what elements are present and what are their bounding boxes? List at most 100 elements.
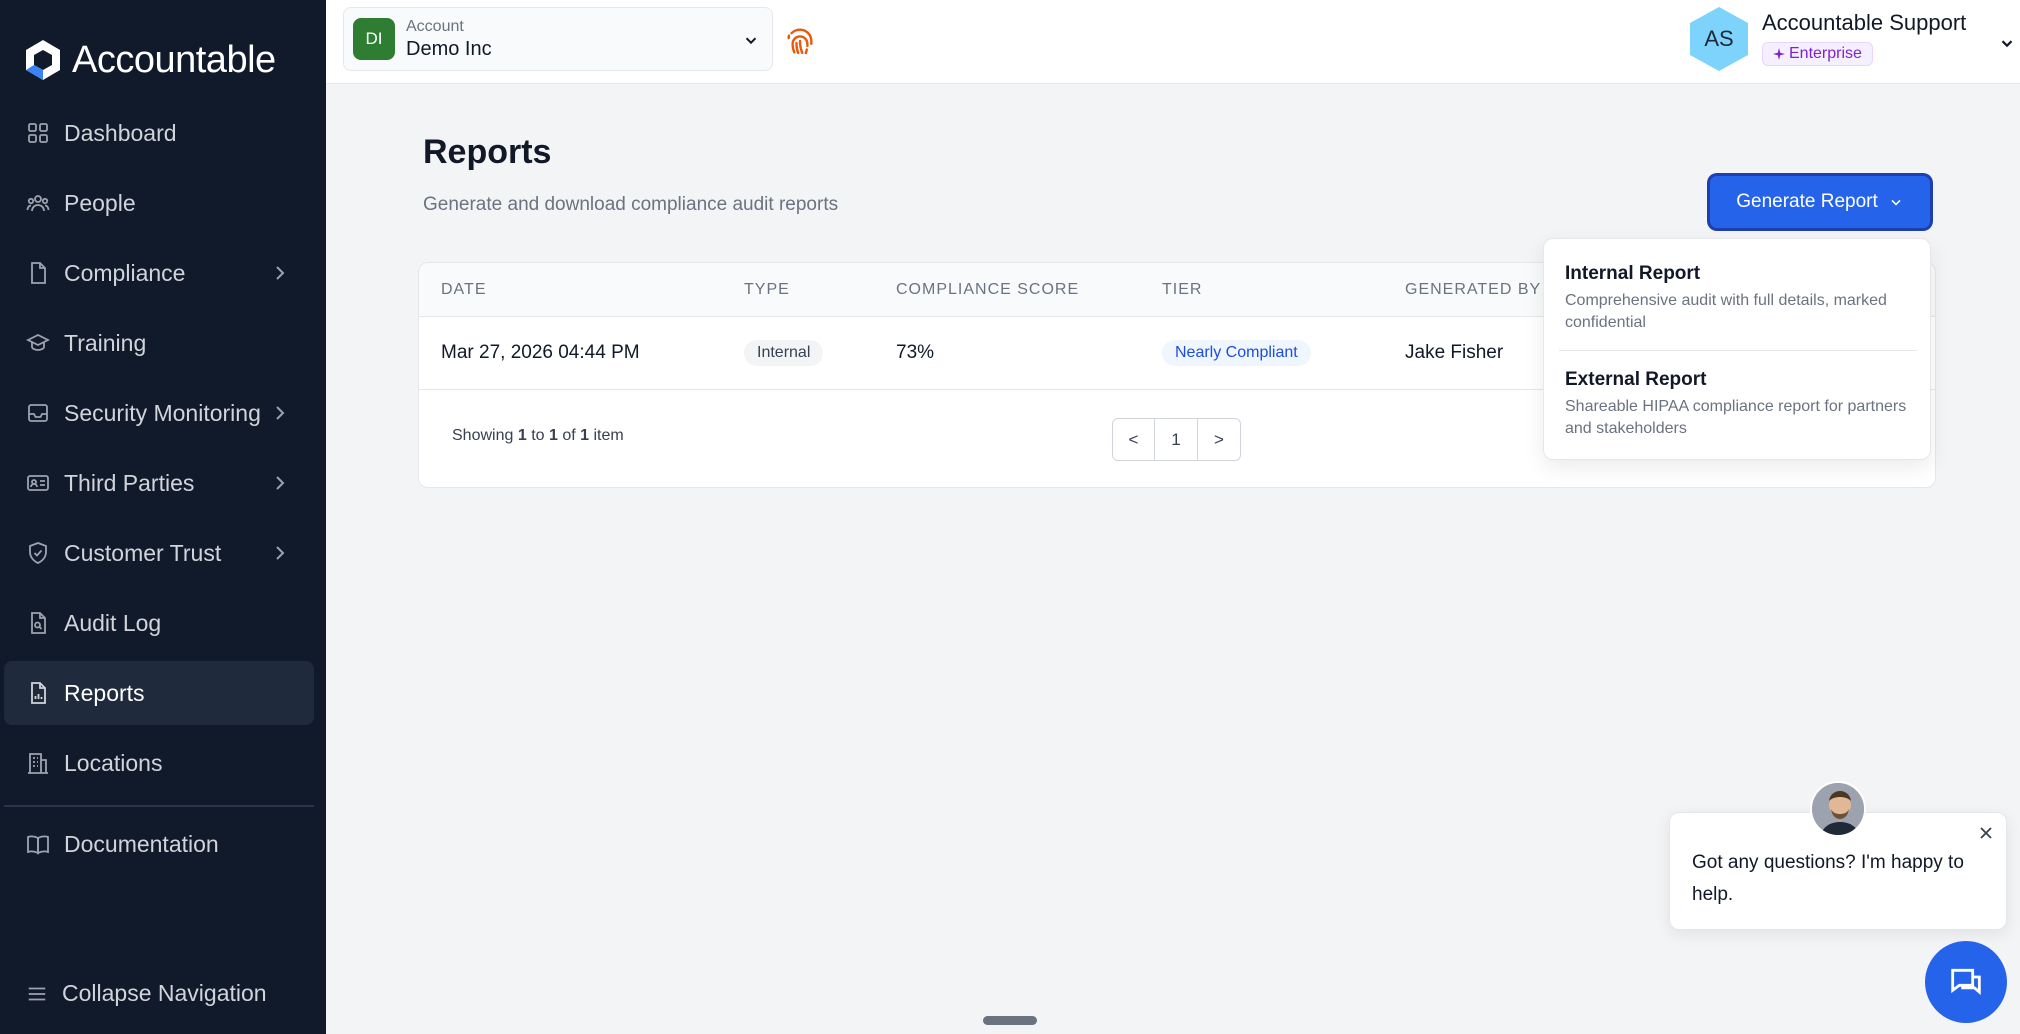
generate-report-button[interactable]: Generate Report [1710, 176, 1930, 228]
close-icon[interactable] [1976, 823, 1996, 843]
sidebar-item-training[interactable]: Training [4, 311, 314, 375]
sidebar-item-label: Audit Log [64, 609, 162, 636]
tier-badge: Nearly Compliant [1162, 340, 1311, 366]
plan-label: Enterprise [1789, 45, 1862, 62]
file-search-icon [31, 612, 46, 634]
chevron-down-icon [1891, 199, 1901, 206]
column-header-compliance-score[interactable]: COMPLIANCE SCORE [896, 281, 1079, 299]
sidebar-item-label: Reports [64, 679, 145, 706]
id-card-icon [27, 475, 49, 491]
menu-item-description: Comprehensive audit with full details, m… [1565, 292, 1887, 331]
chat-icon [1951, 968, 1981, 996]
showing-total: 1 [580, 427, 590, 444]
chevron-right-icon [276, 476, 285, 490]
menu-item-internal-report[interactable]: Internal Report Comprehensive audit with… [1565, 263, 1915, 334]
sidebar: Accountable Dashboard People Compliance … [0, 0, 326, 1034]
showing-of-word: of [562, 427, 576, 444]
showing-prefix: Showing [452, 427, 514, 444]
prev-page-button[interactable]: < [1112, 418, 1155, 461]
sidebar-item-label: Dashboard [64, 119, 177, 146]
scroll-handle[interactable] [983, 1016, 1037, 1025]
showing-to-word: to [531, 427, 545, 444]
book-open-icon [27, 835, 49, 855]
generate-report-menu: Internal Report Comprehensive audit with… [1543, 238, 1931, 460]
sidebar-item-label: Documentation [64, 830, 219, 857]
page-number-button[interactable]: 1 [1155, 418, 1198, 461]
sidebar-secondary: Documentation [4, 812, 314, 882]
sidebar-item-label: Locations [64, 749, 163, 776]
chevron-down-icon [745, 37, 757, 45]
sidebar-item-label: Third Parties [64, 469, 195, 496]
sidebar-item-security-monitoring[interactable]: Security Monitoring [4, 381, 314, 445]
sidebar-item-third-parties[interactable]: Third Parties [4, 451, 314, 515]
collapse-navigation-button[interactable]: Collapse Navigation [26, 980, 267, 1007]
brand-logo[interactable]: Accountable [24, 38, 276, 82]
brand-name: Accountable [72, 38, 276, 81]
sidebar-item-locations[interactable]: Locations [4, 731, 314, 795]
cell-generated-by: Jake Fisher [1405, 342, 1504, 363]
sidebar-item-label: Customer Trust [64, 539, 222, 566]
showing-to: 1 [548, 427, 558, 444]
column-header-type[interactable]: TYPE [744, 281, 790, 299]
accountable-logo-icon [26, 40, 60, 80]
support-agent-avatar [1810, 781, 1866, 837]
account-name: Demo Inc [406, 37, 492, 60]
sidebar-item-label: Compliance [64, 259, 186, 286]
sidebar-nav: Dashboard People Compliance Training Sec… [4, 101, 314, 801]
file-chart-icon [31, 682, 46, 704]
fingerprint-icon[interactable] [783, 24, 817, 58]
sidebar-item-label: Training [64, 329, 147, 356]
cell-date: Mar 27, 2026 04:44 PM [441, 342, 640, 363]
account-text: Account Demo Inc [406, 18, 492, 61]
menu-item-title: Internal Report [1565, 263, 1701, 284]
account-label: Account [406, 17, 464, 35]
chevron-down-icon [2001, 40, 2013, 48]
menu-item-title: External Report [1565, 369, 1707, 390]
graduation-cap-icon [26, 333, 50, 351]
user-avatar: AS [1686, 6, 1752, 72]
user-name: Accountable Support [1762, 10, 1967, 35]
sidebar-item-dashboard[interactable]: Dashboard [4, 101, 314, 165]
sidebar-divider [4, 805, 314, 807]
chat-message: Got any questions? I'm happy to help. [1692, 852, 1964, 905]
column-header-date[interactable]: DATE [441, 281, 486, 299]
menu-item-external-report[interactable]: External Report Shareable HIPAA complian… [1565, 369, 1915, 440]
sidebar-item-compliance[interactable]: Compliance [4, 241, 314, 305]
building-icon [28, 753, 48, 774]
plan-badge: Enterprise [1762, 42, 1873, 66]
sidebar-item-label: Security Monitoring [64, 399, 261, 426]
user-menu[interactable]: AS Accountable Support Enterprise [1686, 6, 2016, 72]
column-header-generated-by[interactable]: GENERATED BY [1405, 281, 1541, 299]
menu-divider [1559, 350, 1917, 351]
sparkle-icon [1773, 48, 1785, 60]
grid-icon [28, 123, 48, 143]
cell-score: 73% [896, 342, 935, 363]
sidebar-item-label: People [64, 189, 136, 216]
sidebar-item-people[interactable]: People [4, 171, 314, 235]
document-icon [31, 262, 46, 284]
chevron-right-icon [276, 406, 285, 420]
next-page-button[interactable]: > [1198, 418, 1241, 461]
menu-icon [28, 987, 46, 1000]
chevron-right-icon [276, 546, 285, 560]
account-selector[interactable]: DI Account Demo Inc [343, 7, 773, 71]
sidebar-item-reports[interactable]: Reports [4, 661, 314, 725]
showing-from: 1 [517, 427, 527, 444]
user-initials: AS [1704, 26, 1734, 51]
menu-item-description: Shareable HIPAA compliance report for pa… [1565, 398, 1907, 437]
collapse-navigation-label: Collapse Navigation [62, 980, 267, 1006]
topbar: DI Account Demo Inc AS Accountable Suppo… [326, 0, 2020, 84]
showing-suffix: item [593, 427, 624, 444]
sidebar-item-audit-log[interactable]: Audit Log [4, 591, 314, 655]
chat-launcher-button[interactable] [1925, 941, 2007, 1023]
people-icon [26, 195, 50, 212]
column-header-tier[interactable]: TIER [1162, 281, 1202, 299]
inbox-icon [28, 404, 48, 422]
shield-check-icon [29, 542, 47, 564]
page-subtitle: Generate and download compliance audit r… [423, 194, 839, 215]
pagination: < 1 > [1112, 418, 1241, 461]
type-badge: Internal [744, 340, 824, 366]
generate-report-label: Generate Report [1736, 191, 1878, 212]
sidebar-item-customer-trust[interactable]: Customer Trust [4, 521, 314, 585]
sidebar-item-documentation[interactable]: Documentation [4, 812, 314, 876]
